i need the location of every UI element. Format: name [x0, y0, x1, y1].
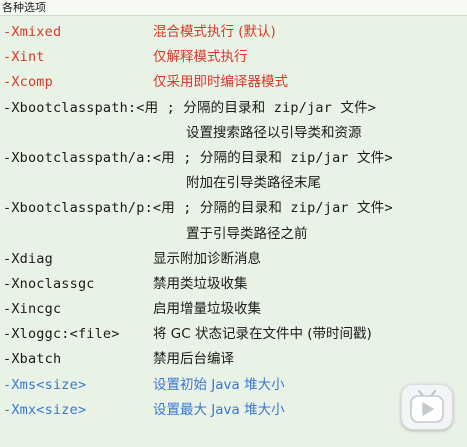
option-name: -Xint	[3, 49, 45, 66]
option-name: -Xdiag	[3, 250, 53, 267]
option-name: -Xincgc	[3, 301, 62, 318]
option-description: 设置搜索路径以引导类和资源	[186, 124, 362, 141]
option-row: -Xbootclasspath:<用 ; 分隔的目录和 zip/jar 文件>	[0, 96, 467, 121]
option-row: -Xint 仅解释模式执行	[0, 45, 467, 70]
option-description: 混合模式执行 (默认)	[153, 24, 276, 40]
option-description: 显示附加诊断消息	[153, 250, 261, 267]
option-row: -Xbootclasspath/p:<用 ; 分隔的目录和 zip/jar 文件…	[0, 196, 467, 221]
option-name: -Xloggc:<file>	[3, 326, 120, 343]
panel-title: 各种选项	[2, 1, 46, 14]
option-name: -Xbootclasspath/a:<用 ; 分隔的目录和 zip/jar 文件…	[3, 149, 393, 166]
option-row: -Xincgc 启用增量垃圾收集	[0, 297, 467, 322]
options-panel: 各种选项 -Xmixed 混合模式执行 (默认) -Xint 仅解释模式执行 -…	[0, 0, 467, 447]
option-name: -Xms<size>	[3, 376, 87, 393]
panel-header: 各种选项	[0, 0, 467, 16]
option-description: 将 GC 状态记录在文件中 (带时间戳)	[153, 326, 372, 343]
option-row: 置于引导类路径之前	[0, 222, 467, 247]
option-row: -Xnoclassgc 禁用类垃圾收集	[0, 272, 467, 297]
option-name: -Xnoclassgc	[3, 275, 95, 292]
option-description: 仅采用即时编译器模式	[153, 74, 288, 91]
option-row: -Xloggc:<file> 将 GC 状态记录在文件中 (带时间戳)	[0, 322, 467, 347]
option-description: 启用增量垃圾收集	[153, 301, 261, 318]
option-name: -Xmixed	[3, 24, 62, 40]
option-name: -Xmx<size>	[3, 401, 87, 418]
option-description: 置于引导类路径之前	[186, 225, 308, 242]
option-description: 禁用类垃圾收集	[153, 275, 248, 292]
option-row: -Xmixed 混合模式执行 (默认)	[0, 20, 467, 45]
option-row: 设置搜索路径以引导类和资源	[0, 121, 467, 146]
options-list: -Xmixed 混合模式执行 (默认) -Xint 仅解释模式执行 -Xcomp…	[0, 20, 467, 423]
option-description: 设置初始 Java 堆大小	[153, 376, 285, 393]
option-description: 附加在引导类路径末尾	[186, 175, 321, 192]
option-name: -Xbootclasspath/p:<用 ; 分隔的目录和 zip/jar 文件…	[3, 200, 393, 217]
option-description: 禁用后台编译	[153, 351, 234, 368]
option-row: -Xms<size> 设置初始 Java 堆大小	[0, 373, 467, 398]
play-badge-button[interactable]	[401, 384, 453, 430]
option-description: 设置最大 Java 堆大小	[153, 401, 285, 418]
option-row: -Xbootclasspath/a:<用 ; 分隔的目录和 zip/jar 文件…	[0, 146, 467, 171]
option-row: -Xbatch 禁用后台编译	[0, 347, 467, 372]
option-name: -Xbootclasspath:<用 ; 分隔的目录和 zip/jar 文件>	[3, 99, 377, 116]
play-badge-icon	[410, 390, 444, 423]
option-row: -Xcomp 仅采用即时编译器模式	[0, 70, 467, 95]
option-name: -Xbatch	[3, 351, 62, 368]
option-description: 仅解释模式执行	[153, 49, 248, 66]
option-row: -Xmx<size> 设置最大 Java 堆大小	[0, 398, 467, 423]
option-name: -Xcomp	[3, 74, 53, 91]
option-row: 附加在引导类路径末尾	[0, 171, 467, 196]
option-row: -Xdiag 显示附加诊断消息	[0, 247, 467, 272]
